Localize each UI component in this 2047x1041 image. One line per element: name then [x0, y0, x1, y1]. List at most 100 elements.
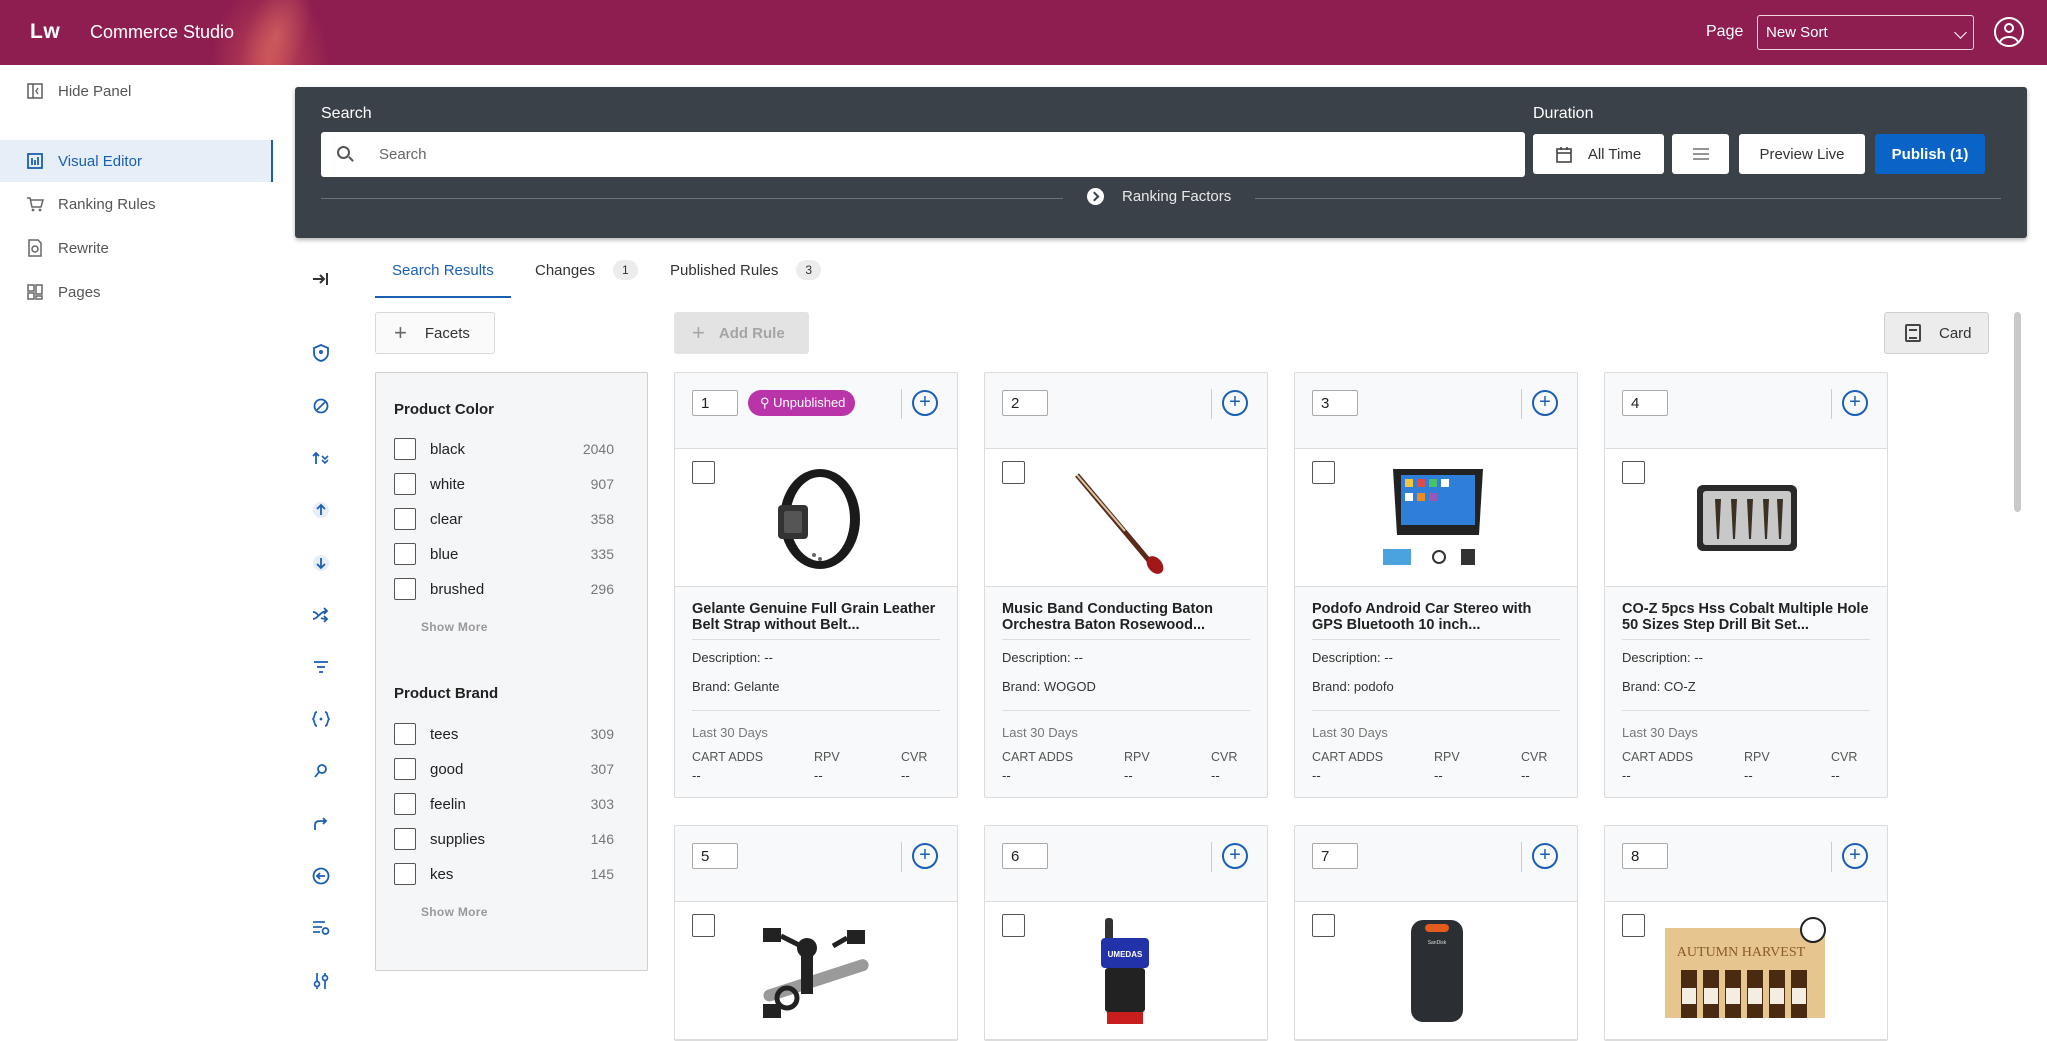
product-title[interactable]: Gelante Genuine Full Grain Leather Belt … [692, 601, 940, 635]
rank-input[interactable]: 5 [692, 843, 738, 869]
facet-option[interactable]: black 2040 [394, 436, 614, 462]
sidebar-item-pages[interactable]: Pages [0, 271, 273, 313]
select-checkbox[interactable] [1622, 461, 1645, 484]
sort-options-button[interactable] [1672, 134, 1729, 174]
add-icon[interactable]: + [1532, 843, 1558, 869]
redirect-icon[interactable] [308, 811, 334, 837]
add-icon[interactable]: + [912, 843, 938, 869]
product-card[interactable]: 6 + UMEDAS [984, 825, 1268, 1041]
checkbox[interactable] [394, 508, 416, 530]
changes-count-badge: 1 [613, 260, 638, 280]
app-logo[interactable]: Lw [30, 20, 60, 44]
facet-option[interactable]: feelin 303 [394, 791, 614, 817]
sidebar-item-visual-editor[interactable]: Visual Editor [0, 140, 273, 182]
facet-option-label: good [430, 760, 464, 778]
arrow-up-icon[interactable] [308, 497, 334, 523]
rank-input[interactable]: 2 [1002, 390, 1048, 416]
pin-icon[interactable] [308, 758, 334, 784]
product-title[interactable]: CO-Z 5pcs Hss Cobalt Multiple Hole 50 Si… [1622, 601, 1870, 635]
shield-pin-icon[interactable] [308, 340, 334, 366]
metric-label: CVR [1211, 750, 1238, 764]
facets-button[interactable]: + Facets [375, 312, 495, 354]
block-icon[interactable] [308, 393, 334, 419]
add-icon[interactable]: + [1532, 390, 1558, 416]
facet-option[interactable]: good 307 [394, 756, 614, 782]
select-checkbox[interactable] [692, 914, 715, 937]
product-title[interactable]: Podofo Android Car Stereo with GPS Bluet… [1312, 601, 1560, 635]
product-card[interactable]: 1 ⚲ Unpublished + Gelante Genuine Full G… [674, 372, 958, 798]
facet-option[interactable]: brushed 296 [394, 576, 614, 602]
list-settings-icon[interactable] [308, 915, 334, 941]
hide-panel-button[interactable]: Hide Panel [0, 70, 273, 112]
rank-input[interactable]: 7 [1312, 843, 1358, 869]
published-count-badge: 3 [796, 260, 822, 280]
add-icon[interactable]: + [1842, 390, 1868, 416]
checkbox[interactable] [394, 793, 416, 815]
facet-option[interactable]: clear 358 [394, 506, 614, 532]
select-checkbox[interactable] [1312, 914, 1335, 937]
facet-option[interactable]: kes 145 [394, 861, 614, 887]
card-view-button[interactable]: Card [1884, 312, 1989, 354]
metric-label: CVR [1831, 750, 1858, 764]
filter-icon[interactable] [308, 654, 334, 680]
checkbox[interactable] [394, 578, 416, 600]
ranking-factors-toggle[interactable]: Ranking Factors [1087, 188, 1231, 205]
product-card[interactable]: 8 + AUTUMN HARVEST [1604, 825, 1888, 1041]
tab-search-results[interactable]: Search Results [375, 262, 511, 298]
checkbox[interactable] [394, 543, 416, 565]
facet-option[interactable]: supplies 146 [394, 826, 614, 852]
add-rule-button[interactable]: + Add Rule [674, 312, 809, 354]
boost-bury-icon[interactable] [308, 445, 334, 471]
tab-published-rules[interactable]: Published Rules 3 [670, 260, 822, 298]
collapse-rail-icon[interactable] [308, 266, 334, 292]
rank-input[interactable]: 3 [1312, 390, 1358, 416]
show-more-link[interactable]: Show More [421, 620, 488, 634]
tab-changes[interactable]: Changes 1 [535, 260, 638, 298]
select-checkbox[interactable] [1002, 461, 1025, 484]
shuffle-icon[interactable] [308, 602, 334, 628]
add-icon[interactable]: + [1842, 843, 1868, 869]
checkbox[interactable] [394, 828, 416, 850]
duration-select[interactable]: All Time [1533, 134, 1664, 174]
product-card[interactable]: 4 + CO-Z 5pcs Hss Cobalt Multiple Hole 5… [1604, 372, 1888, 798]
checkbox[interactable] [394, 758, 416, 780]
rank-input[interactable]: 4 [1622, 390, 1668, 416]
add-icon[interactable]: + [1222, 843, 1248, 869]
facet-option[interactable]: blue 335 [394, 541, 614, 567]
product-card[interactable]: 7 + SanDisk [1294, 825, 1578, 1041]
sort-lines-icon [1692, 148, 1709, 160]
select-checkbox[interactable] [692, 461, 715, 484]
search-input[interactable] [379, 132, 1509, 177]
arrow-left-circle-icon[interactable] [308, 863, 334, 889]
rank-input[interactable]: 6 [1002, 843, 1048, 869]
preview-live-button[interactable]: Preview Live [1739, 134, 1865, 174]
facet-option[interactable]: white 907 [394, 471, 614, 497]
show-more-link[interactable]: Show More [421, 905, 488, 919]
checkbox[interactable] [394, 723, 416, 745]
checkbox[interactable] [394, 438, 416, 460]
sliders-icon[interactable] [308, 968, 334, 994]
sidebar-item-ranking-rules[interactable]: Ranking Rules [0, 183, 273, 225]
add-icon[interactable]: + [1222, 390, 1248, 416]
arrow-down-icon[interactable] [308, 550, 334, 576]
select-checkbox[interactable] [1312, 461, 1335, 484]
page-select[interactable]: New Sort [1757, 15, 1974, 50]
user-account-icon[interactable] [1994, 17, 2024, 47]
select-checkbox[interactable] [1622, 914, 1645, 937]
checkbox[interactable] [394, 473, 416, 495]
product-card[interactable]: 3 + Podofo Android Car Stereo with GPS B… [1294, 372, 1578, 798]
publish-button[interactable]: Publish (1) [1875, 134, 1985, 174]
select-checkbox[interactable] [1002, 914, 1025, 937]
product-card[interactable]: 5 + [674, 825, 958, 1041]
product-title[interactable]: Music Band Conducting Baton Orchestra Ba… [1002, 601, 1250, 635]
code-braces-icon[interactable] [308, 706, 334, 732]
facet-option[interactable]: tees 309 [394, 721, 614, 747]
add-icon[interactable]: + [912, 390, 938, 416]
rank-input[interactable]: 8 [1622, 843, 1668, 869]
rank-input[interactable]: 1 [692, 390, 738, 416]
sidebar-item-label: Pages [58, 283, 101, 301]
sidebar-item-rewrite[interactable]: Rewrite [0, 227, 273, 269]
scrollbar[interactable] [2014, 312, 2021, 512]
checkbox[interactable] [394, 863, 416, 885]
product-card[interactable]: 2 + Music Band Conducting Baton Orchestr… [984, 372, 1268, 798]
